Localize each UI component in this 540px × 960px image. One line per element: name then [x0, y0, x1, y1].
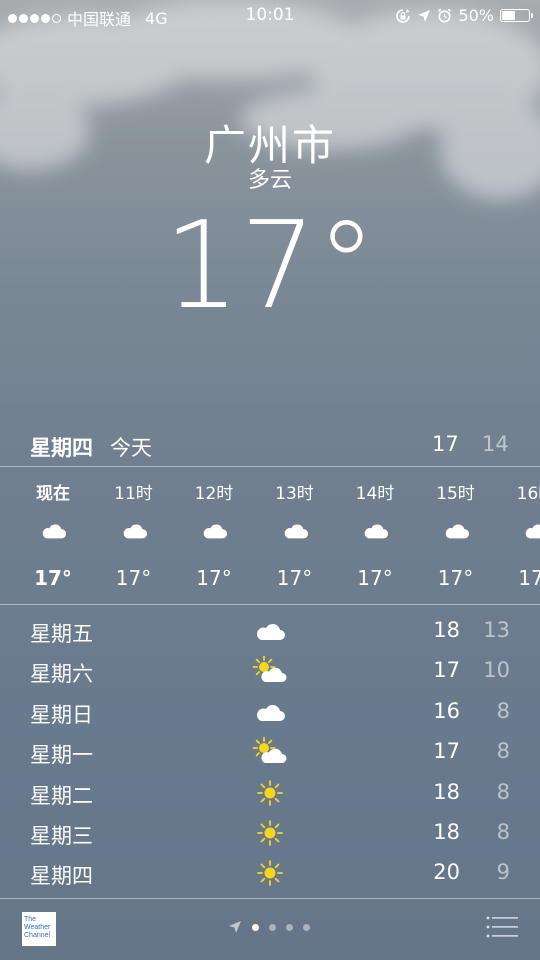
orientation-lock-icon [396, 8, 411, 23]
daily-high: 17 [433, 658, 460, 683]
daily-row: 星期三 18 8 [0, 814, 540, 850]
hourly-time: 16时 [516, 484, 540, 504]
partly-sunny-icon [252, 655, 287, 683]
daily-weekday: 星期四 [30, 864, 93, 889]
hourly-temp: 17° [34, 566, 72, 590]
daily-row: 星期二 18 8 [0, 774, 540, 810]
cloud-icon [364, 524, 389, 539]
sun-icon [257, 860, 283, 887]
daily-low: 8 [496, 820, 510, 844]
daily-low: 8 [496, 779, 510, 804]
daily-weekday: 星期一 [30, 743, 93, 768]
daily-weekday: 星期日 [30, 702, 93, 727]
status-right: 50% [395, 6, 533, 25]
hourly-time: 12时 [194, 484, 234, 504]
hourly-forecast[interactable]: 现在 17° 11时 17° 12时 17° 13时 17° 14时 17° 15时 17° 16时 17… [0, 466, 540, 604]
hourly-time: 现在 [36, 484, 70, 504]
daily-high: 18 [433, 618, 460, 642]
sun-icon [257, 779, 283, 806]
page-dot[interactable] [252, 923, 259, 931]
alarm-icon [438, 8, 452, 23]
page-dot[interactable] [269, 923, 276, 931]
cloud-icon [123, 524, 147, 539]
daily-low: 8 [496, 698, 510, 723]
divider [0, 604, 540, 605]
daily-weekday: 星期五 [30, 622, 93, 646]
hourly-temp: 17° [276, 566, 313, 590]
cloud-icon [284, 524, 308, 539]
page-dot[interactable] [303, 923, 310, 931]
list-icon[interactable] [486, 916, 518, 938]
daily-row: 星期一 17 8 [0, 733, 540, 769]
cloud-icon [203, 524, 228, 539]
daily-row: 星期六 17 10 [0, 652, 540, 688]
location-arrow-icon [418, 9, 431, 22]
daily-low: 8 [496, 739, 510, 764]
hourly-temp: 17° [437, 566, 474, 590]
daily-row: 星期五 18 13 [0, 612, 540, 648]
status-bar: 中国联通 4G 10:01 50% [0, 0, 540, 30]
today-label: 今天 [110, 436, 152, 460]
location-arrow-icon [229, 921, 241, 933]
today-summary: 星期四 今天 17 14 [0, 432, 540, 462]
daily-high: 18 [433, 779, 460, 804]
bottom-bar: The Weather Channel [0, 898, 540, 960]
hourly-time: 13时 [275, 484, 314, 504]
weather-condition: 多云 [247, 168, 292, 193]
daily-weekday: 星期二 [30, 783, 93, 808]
logo-text: The Weather Channel [24, 916, 51, 939]
today-weekday: 星期四 [30, 436, 93, 460]
page-indicator[interactable] [228, 920, 310, 934]
cloud-icon [257, 623, 285, 640]
daily-weekday: 星期六 [30, 662, 93, 687]
cloud-icon [257, 704, 285, 721]
today-low: 14 [482, 432, 509, 456]
battery-percent: 50% [458, 6, 494, 25]
cloud-icon [525, 524, 540, 539]
page-dot[interactable] [286, 923, 293, 931]
daily-high: 18 [433, 820, 460, 844]
today-high: 17 [432, 432, 459, 456]
cloud-icon [42, 524, 67, 539]
hourly-time: 11时 [114, 484, 153, 504]
hourly-temp: 17° [115, 566, 152, 590]
daily-low: 10 [483, 658, 510, 683]
hourly-time: 14时 [355, 484, 395, 504]
daily-weekday: 星期三 [30, 824, 93, 848]
hourly-temp: 17° [196, 566, 232, 590]
hourly-time: 15时 [436, 484, 475, 504]
daily-high: 16 [433, 698, 460, 723]
current-temperature: 17° [163, 197, 377, 336]
hourly-temp: 17° [518, 566, 540, 590]
cloud-icon [445, 524, 469, 539]
weather-channel-logo[interactable]: The Weather Channel [22, 912, 56, 946]
battery-icon [500, 9, 533, 22]
hourly-temp: 17° [357, 566, 393, 590]
daily-row: 星期四 20 9 [0, 854, 540, 890]
partly-sunny-icon [252, 736, 287, 764]
sun-icon [257, 820, 283, 846]
daily-high: 20 [433, 860, 460, 885]
daily-high: 17 [433, 739, 460, 764]
daily-low: 13 [483, 618, 510, 642]
daily-low: 9 [496, 860, 510, 885]
daily-row: 星期日 16 8 [0, 693, 540, 729]
